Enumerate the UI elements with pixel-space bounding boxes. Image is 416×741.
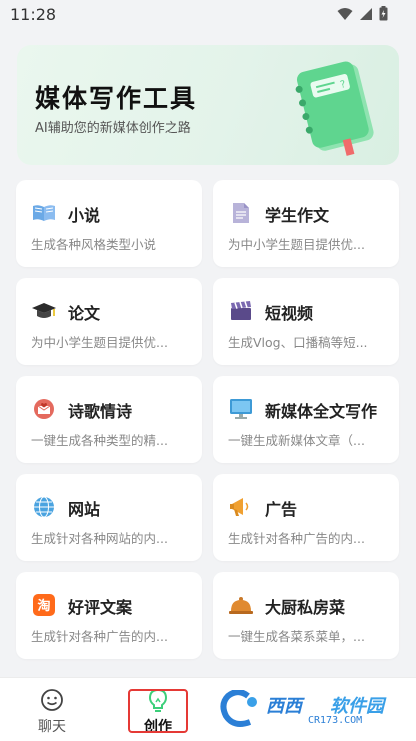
card-novel[interactable]: 小说 生成各种风格类型小说	[16, 180, 202, 267]
banner-title: 媒体写作工具	[35, 84, 198, 113]
card-description: 一键生成各菜系菜单，...	[228, 629, 365, 644]
card-description: 为中小学生题目提供优...	[31, 335, 168, 350]
battery-icon	[379, 6, 388, 21]
taobao-icon: 淘	[31, 593, 57, 617]
tab-label: 聊天	[38, 719, 66, 735]
card-description: 生成针对各种广告的内...	[228, 531, 365, 546]
card-description: 为中小学生题目提供优...	[228, 237, 365, 252]
card-title: 学生作文	[265, 206, 330, 225]
card-description: 生成针对各种广告的内...	[31, 629, 168, 644]
card-description: 生成Vlog、口播稿等短...	[228, 335, 368, 350]
card-title: 论文	[68, 304, 101, 323]
status-bar: 11:28	[0, 0, 416, 30]
open-book-icon	[31, 201, 57, 225]
wifi-icon	[337, 7, 353, 20]
megaphone-icon	[228, 495, 254, 519]
svg-text:淘: 淘	[37, 598, 50, 614]
card-title: 短视频	[265, 304, 314, 323]
card-thesis[interactable]: 论文 为中小学生题目提供优...	[16, 278, 202, 365]
card-chef-dishes[interactable]: 大厨私房菜 一键生成各菜系菜单，...	[213, 572, 399, 659]
card-poetry[interactable]: 诗歌情诗 一键生成各种类型的精...	[16, 376, 202, 463]
card-student-essay[interactable]: 学生作文 为中小学生题目提供优...	[213, 180, 399, 267]
love-letter-icon	[31, 397, 57, 421]
cloche-icon	[228, 593, 254, 617]
status-time: 11:28	[10, 5, 57, 24]
card-title: 好评文案	[68, 598, 133, 617]
card-title: 广告	[265, 500, 298, 519]
cr-logo-icon	[220, 690, 257, 727]
watermark-logo: 西西 软件园 CR173.COM	[218, 690, 398, 732]
card-description: 生成各种风格类型小说	[31, 237, 157, 252]
card-title: 网站	[68, 500, 101, 519]
card-advertisement[interactable]: 广告 生成针对各种广告的内...	[213, 474, 399, 561]
card-title: 小说	[68, 206, 101, 225]
card-description: 一键生成各种类型的精...	[31, 433, 168, 448]
monitor-icon	[228, 397, 254, 421]
header-banner: 媒体写作工具 AI辅助您的新媒体创作之路 ?	[17, 45, 399, 165]
card-description: 一键生成新媒体文章（...	[228, 433, 365, 448]
card-title: 诗歌情诗	[68, 402, 133, 421]
graduation-cap-icon	[31, 299, 57, 323]
tab-chat[interactable]: 聊天	[2, 678, 102, 741]
banner-subtitle: AI辅助您的新媒体创作之路	[35, 121, 191, 136]
card-website[interactable]: 网站 生成针对各种网站的内...	[16, 474, 202, 561]
card-short-video[interactable]: 短视频 生成Vlog、口播稿等短...	[213, 278, 399, 365]
active-tab-highlight	[128, 689, 188, 733]
signal-icon	[360, 7, 372, 20]
notebook-illustration-icon: ?	[295, 61, 374, 156]
chat-smile-icon	[41, 689, 63, 711]
card-description: 生成针对各种网站的内...	[31, 531, 168, 546]
card-new-media-writing[interactable]: 新媒体全文写作 一键生成新媒体文章（...	[213, 376, 399, 463]
status-icons	[337, 6, 388, 21]
clapperboard-icon	[228, 299, 254, 323]
card-title: 大厨私房菜	[265, 598, 346, 617]
card-positive-review[interactable]: 淘 好评文案 生成针对各种广告的内...	[16, 572, 202, 659]
watermark-url: CR173.COM	[308, 715, 363, 726]
globe-icon	[31, 495, 57, 519]
card-title: 新媒体全文写作	[265, 402, 378, 421]
document-icon	[228, 201, 254, 225]
watermark-brand1: 西西	[266, 696, 302, 717]
